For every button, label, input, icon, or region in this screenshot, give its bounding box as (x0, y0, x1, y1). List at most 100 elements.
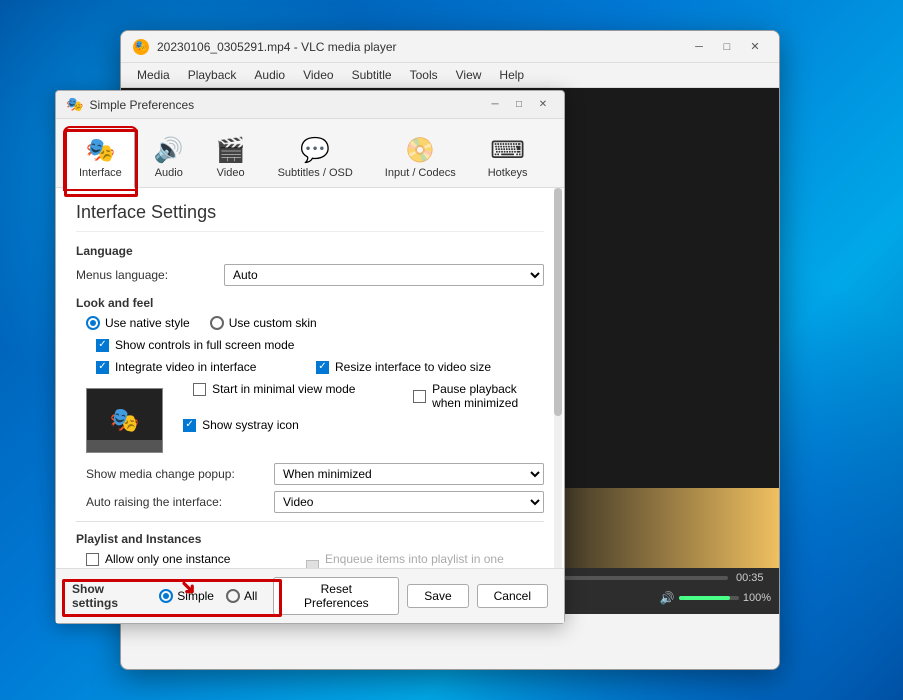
auto-raising-label: Auto raising the interface: (86, 495, 266, 509)
tab-hotkeys[interactable]: ⌨ Hotkeys (475, 129, 541, 187)
tab-subtitles[interactable]: 💬 Subtitles / OSD (265, 129, 366, 187)
checkbox-pause-minimized[interactable]: Pause playback when minimized (413, 382, 544, 410)
checkbox-pause-col: Pause playback when minimized (413, 382, 544, 414)
vlc-close-button[interactable]: ✕ (743, 37, 767, 57)
hotkeys-tab-icon: ⌨ (490, 136, 525, 165)
show-controls-label: Show controls in full screen mode (115, 338, 294, 352)
menu-view[interactable]: View (448, 65, 490, 85)
show-all-label: All (244, 589, 257, 603)
checkbox-resize-col: Resize interface to video size (316, 360, 544, 378)
allow-one-instance-box (86, 553, 99, 566)
prefs-content-wrapper: Interface Settings Language Menus langua… (56, 188, 564, 568)
dialog-window-controls: ─ □ ✕ (484, 96, 554, 114)
enqueue-items-label: Enqueue items into playlist in one insta… (325, 552, 544, 568)
cancel-button[interactable]: Cancel (477, 584, 548, 608)
menu-subtitle[interactable]: Subtitle (344, 65, 400, 85)
interface-tab-label: Interface (79, 167, 122, 179)
menu-tools[interactable]: Tools (402, 65, 446, 85)
preview-cone-icon: 🎭 (110, 406, 140, 435)
radio-show-all[interactable]: All (226, 589, 257, 603)
vlc-maximize-button[interactable]: □ (715, 37, 739, 57)
menu-audio[interactable]: Audio (246, 65, 293, 85)
vlc-app-icon: 🎭 (133, 39, 149, 55)
tab-audio[interactable]: 🔊 Audio (141, 129, 197, 187)
radio-custom-skin[interactable]: Use custom skin (210, 316, 317, 330)
look-feel-section-label: Look and feel (76, 296, 544, 310)
vlc-window-title: 20230106_0305291.mp4 - VLC media player (157, 40, 687, 54)
radio-custom-circle (210, 316, 224, 330)
vlc-minimize-button[interactable]: ─ (687, 37, 711, 57)
hotkeys-tab-label: Hotkeys (488, 167, 528, 179)
menus-language-select[interactable]: Auto (224, 264, 544, 286)
radio-show-simple[interactable]: Simple (159, 589, 214, 603)
volume-bar[interactable] (679, 596, 739, 600)
subtitles-tab-icon: 💬 (300, 136, 330, 165)
audio-tab-icon: 🔊 (154, 136, 184, 165)
vlc-interface-preview: 🎭 (86, 388, 163, 453)
dialog-maximize-button[interactable]: □ (508, 96, 530, 114)
checkbox-show-systray[interactable]: Show systray icon (183, 418, 544, 432)
dialog-close-button[interactable]: ✕ (532, 96, 554, 114)
checkbox-row-1: Show controls in full screen mode (96, 338, 544, 356)
show-simple-radio-dot (163, 593, 169, 599)
checkbox-allow-one-instance[interactable]: Allow only one instance (86, 552, 286, 566)
interface-tab-icon: 🎭 (85, 136, 115, 165)
save-button[interactable]: Save (407, 584, 468, 608)
right-checkboxes: Start in minimal view mode Pause playbac… (183, 382, 544, 436)
tab-input[interactable]: 📀 Input / Codecs (372, 129, 469, 187)
checkbox-show-controls[interactable]: Show controls in full screen mode (96, 338, 316, 352)
media-change-label: Show media change popup: (86, 467, 266, 481)
show-all-radio-circle (226, 589, 240, 603)
radio-native-dot (90, 320, 96, 326)
menu-playback[interactable]: Playback (180, 65, 245, 85)
pause-minimized-label: Pause playback when minimized (432, 382, 544, 410)
auto-raising-row: Auto raising the interface: Video (86, 491, 544, 513)
dialog-minimize-button[interactable]: ─ (484, 96, 506, 114)
menu-help[interactable]: Help (491, 65, 532, 85)
look-feel-checkboxes: Show controls in full screen mode Integr… (86, 338, 544, 459)
media-change-popup-row: Show media change popup: When minimized (86, 463, 544, 485)
radio-native-style[interactable]: Use native style (86, 316, 190, 330)
checkbox-row-2: Integrate video in interface Resize inte… (96, 360, 544, 378)
media-change-select[interactable]: When minimized (274, 463, 544, 485)
show-simple-radio-circle (159, 589, 173, 603)
content-scrollbar[interactable] (554, 188, 562, 568)
vlc-menubar: Media Playback Audio Video Subtitle Tool… (121, 63, 779, 88)
volume-fill (679, 596, 730, 600)
checkbox-enqueue-items[interactable]: Enqueue items into playlist in one insta… (306, 552, 544, 568)
simple-preferences-dialog: 🎭 Simple Preferences ─ □ ✕ 🎭 Interface 🔊… (55, 90, 565, 624)
menus-language-label: Menus language: (76, 268, 216, 282)
integrate-video-label: Integrate video in interface (115, 360, 256, 374)
vlc-titlebar: 🎭 20230106_0305291.mp4 - VLC media playe… (121, 31, 779, 63)
subtitles-tab-label: Subtitles / OSD (278, 167, 353, 179)
input-tab-icon: 📀 (405, 136, 435, 165)
auto-raising-select[interactable]: Video (274, 491, 544, 513)
video-tab-label: Video (217, 167, 245, 179)
menu-video[interactable]: Video (295, 65, 341, 85)
checkbox-start-minimal[interactable]: Start in minimal view mode (193, 382, 413, 396)
resize-interface-box (316, 361, 329, 374)
prefs-content: Interface Settings Language Menus langua… (56, 188, 564, 568)
checkbox-resize-interface[interactable]: Resize interface to video size (316, 360, 544, 374)
show-simple-label: Simple (177, 589, 214, 603)
video-tab-icon: 🎬 (216, 136, 246, 165)
pause-minimized-box (413, 390, 426, 403)
reset-preferences-button[interactable]: Reset Preferences (273, 577, 399, 615)
vlc-volume-control: 🔊 100% (660, 591, 771, 605)
checkbox-minimal-col: Start in minimal view mode (193, 382, 413, 414)
radio-custom-label: Use custom skin (229, 316, 317, 330)
volume-percent: 100% (743, 592, 771, 604)
dialog-title: Simple Preferences (89, 98, 484, 112)
tab-interface[interactable]: 🎭 Interface (66, 129, 135, 188)
dialog-icon: 🎭 (66, 96, 83, 113)
tab-video[interactable]: 🎬 Video (203, 129, 259, 187)
preview-bar (87, 440, 162, 452)
vlc-time-total: 00:35 (736, 572, 771, 584)
show-systray-label: Show systray icon (202, 418, 299, 432)
prefs-footer: Show settings Simple All Reset Preferenc… (56, 568, 564, 623)
menu-media[interactable]: Media (129, 65, 178, 85)
show-controls-box (96, 339, 109, 352)
audio-tab-label: Audio (155, 167, 183, 179)
checkbox-integrate-video[interactable]: Integrate video in interface (96, 360, 316, 374)
language-section-label: Language (76, 244, 544, 258)
